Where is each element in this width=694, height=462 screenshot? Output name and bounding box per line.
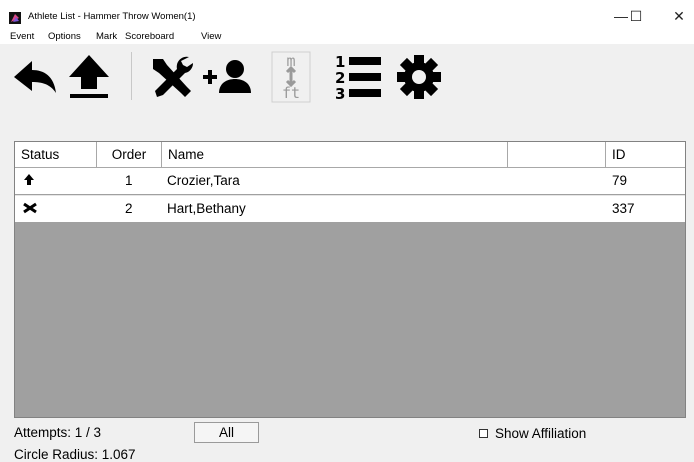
up-arrow-icon — [23, 174, 35, 186]
back-arrow-icon — [13, 60, 56, 93]
tools-icon — [152, 56, 193, 97]
menu-options[interactable]: Options — [48, 31, 81, 42]
column-header-blank[interactable] — [508, 142, 606, 167]
row-name: Crozier,Tara — [167, 173, 240, 188]
table-row[interactable]: 1 Crozier,Tara 79 — [15, 168, 685, 194]
table-row[interactable]: 2 Hart,Bethany 337 — [15, 195, 685, 222]
show-affiliation-label[interactable]: Show Affiliation — [495, 426, 586, 441]
row-id: 79 — [612, 173, 628, 188]
all-button[interactable]: All — [194, 422, 259, 443]
metric-feet-toggle-icon: m ft — [271, 51, 310, 102]
attempts-label: Attempts: 1 / 3 — [14, 425, 102, 440]
unit-toggle-button[interactable]: m ft — [264, 50, 317, 103]
row-name: Hart,Bethany — [167, 201, 246, 216]
app-icon — [9, 11, 21, 24]
maximize-button[interactable]: ☐ — [613, 2, 659, 30]
table-header: Status Order Name ID — [15, 142, 685, 168]
menu-event[interactable]: Event — [10, 31, 34, 42]
add-athlete-icon — [202, 59, 251, 93]
back-button[interactable] — [7, 50, 60, 103]
close-button[interactable]: ✕ — [656, 2, 694, 30]
unit-bottom-label: ft — [281, 84, 299, 102]
toolbar-separator — [131, 52, 132, 100]
column-header-name[interactable]: Name — [162, 142, 508, 167]
toolbar: m ft 1 2 3 — [0, 46, 694, 108]
show-affiliation-checkbox[interactable] — [479, 429, 488, 438]
circle-radius-label: Circle Radius: 1.067 — [14, 447, 136, 462]
upload-button[interactable] — [62, 50, 115, 103]
menu-view[interactable]: View — [201, 31, 221, 42]
numbered-list-icon: 1 2 3 — [335, 53, 381, 101]
row-order: 2 — [125, 201, 133, 216]
settings-button[interactable] — [392, 50, 445, 103]
svg-text:3: 3 — [335, 85, 345, 101]
tools-button[interactable] — [144, 50, 197, 103]
title-bar: Athlete List - Hammer Throw Women(1) — ☐… — [0, 0, 694, 30]
gear-icon — [396, 54, 441, 99]
column-header-order[interactable]: Order — [97, 142, 162, 167]
menu-mark[interactable]: Mark — [96, 31, 117, 42]
column-header-status[interactable]: Status — [15, 142, 97, 167]
column-header-id[interactable]: ID — [606, 142, 685, 167]
upload-arrow-icon — [68, 54, 109, 98]
row-order: 1 — [125, 173, 133, 188]
menu-bar: Event Options Mark Scoreboard View — [0, 30, 694, 44]
cross-hammers-icon — [23, 202, 37, 214]
window-title: Athlete List - Hammer Throw Women(1) — [28, 11, 196, 22]
row-id: 337 — [612, 201, 635, 216]
athlete-table: Status Order Name ID 1 Crozier,Tara 79 2… — [14, 141, 686, 418]
order-list-button[interactable]: 1 2 3 — [331, 50, 384, 103]
menu-scoreboard[interactable]: Scoreboard — [125, 31, 174, 42]
add-athlete-button[interactable] — [200, 50, 253, 103]
